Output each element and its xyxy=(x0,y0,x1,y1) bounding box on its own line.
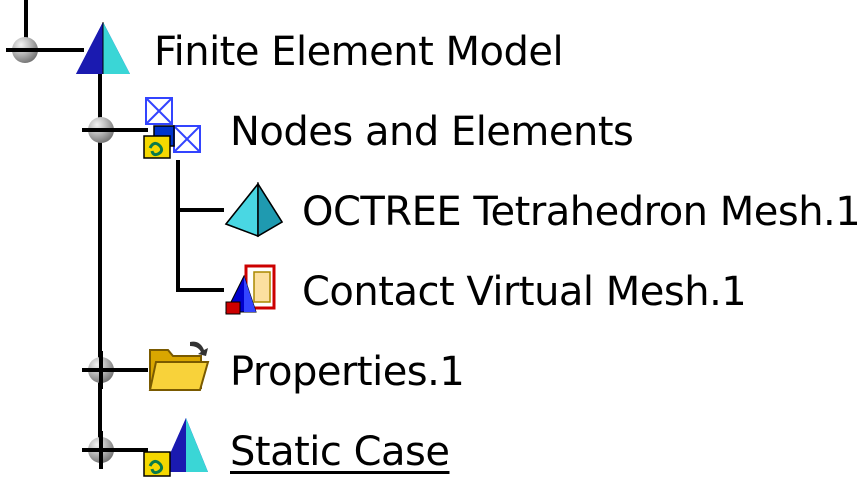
expand-toggle-properties[interactable] xyxy=(82,351,120,389)
tree-label-octree-mesh[interactable]: OCTREE Tetrahedron Mesh.1 xyxy=(302,188,861,236)
minus-icon xyxy=(82,128,120,132)
minus-icon xyxy=(6,48,44,52)
folder-icon[interactable] xyxy=(146,338,212,394)
tree-connector-contact-h xyxy=(176,288,224,292)
expand-toggle-static-case[interactable] xyxy=(82,431,120,469)
tree-label-nodes-elements[interactable]: Nodes and Elements xyxy=(230,108,634,156)
collapse-toggle-root[interactable] xyxy=(6,37,44,63)
nodes-elements-icon[interactable] xyxy=(140,96,208,160)
contact-mesh-icon[interactable] xyxy=(222,262,282,318)
tree-subtrunk xyxy=(176,160,180,292)
static-case-icon[interactable] xyxy=(140,414,210,478)
plus-icon-v xyxy=(99,431,103,469)
specification-tree: Finite Element Model Nodes and Elements … xyxy=(0,0,868,481)
collapse-toggle-nodes[interactable] xyxy=(82,117,120,143)
tree-connector-top xyxy=(24,0,28,42)
tetrahedron-mesh-icon[interactable] xyxy=(222,182,286,238)
plus-icon-v xyxy=(99,351,103,389)
tree-label-root[interactable]: Finite Element Model xyxy=(154,28,564,76)
fem-model-icon[interactable] xyxy=(72,20,134,76)
tree-label-contact-mesh[interactable]: Contact Virtual Mesh.1 xyxy=(302,268,747,316)
tree-label-static-case[interactable]: Static Case xyxy=(230,428,450,476)
tree-label-properties[interactable]: Properties.1 xyxy=(230,348,465,396)
tree-connector-octree-h xyxy=(176,208,224,212)
